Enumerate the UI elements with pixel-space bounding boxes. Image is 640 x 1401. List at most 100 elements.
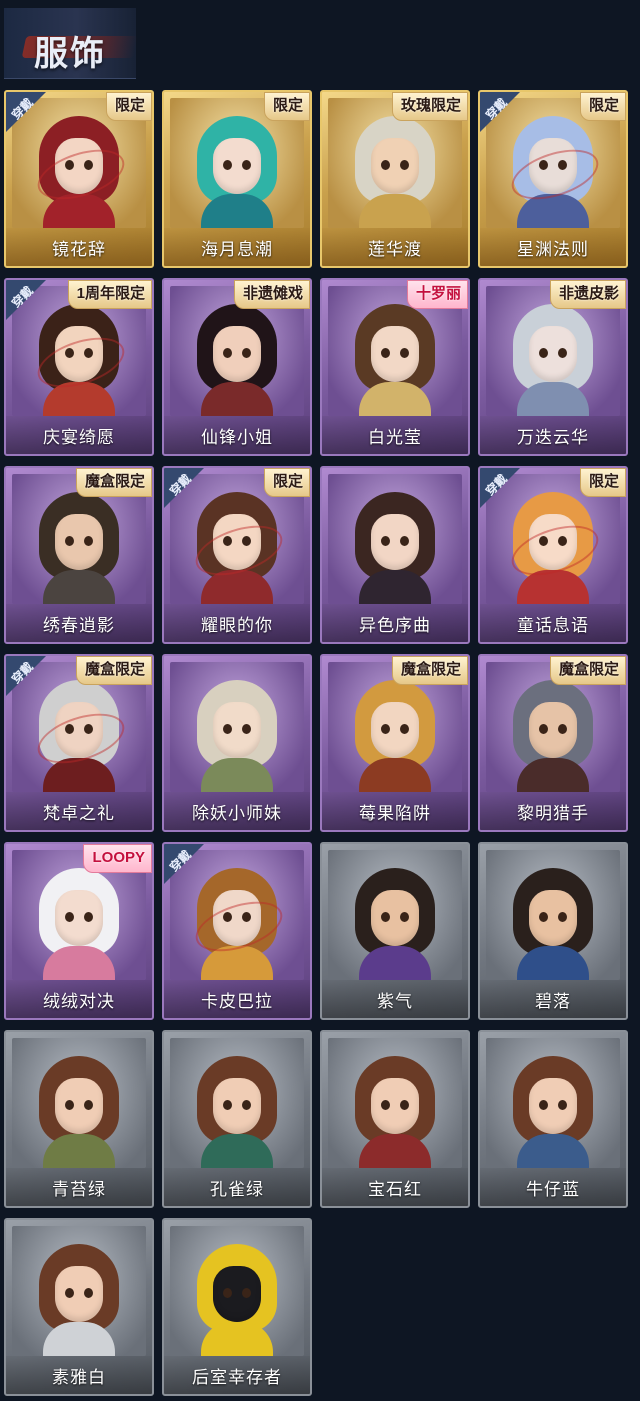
costume-name: 紫气 xyxy=(322,980,468,1018)
portrait-eye xyxy=(242,1288,251,1298)
portrait-face xyxy=(213,1266,261,1322)
costume-card[interactable]: 穿戴 限定 星渊法则 xyxy=(478,90,628,268)
portrait-eye xyxy=(84,1288,93,1298)
costume-card[interactable]: 穿戴 1周年限定 庆宴绮愿 xyxy=(4,278,154,456)
costume-portrait-area xyxy=(170,662,304,792)
costume-name: 莓果陷阱 xyxy=(322,792,468,830)
costume-name: 白光莹 xyxy=(322,416,468,454)
costume-portrait-area xyxy=(170,1226,304,1356)
portrait-eye xyxy=(400,348,409,358)
costume-card[interactable]: 孔雀绿 xyxy=(162,1030,312,1208)
costume-card[interactable]: 魔盒限定莓果陷阱 xyxy=(320,654,470,832)
costume-portrait-area xyxy=(328,1038,462,1168)
portrait-eye xyxy=(223,1288,232,1298)
portrait-face xyxy=(213,138,261,194)
costume-portrait-area xyxy=(486,1038,620,1168)
limited-badge: 非遗傩戏 xyxy=(233,280,310,309)
costume-name: 碧落 xyxy=(480,980,626,1018)
costume-card[interactable]: 玫瑰限定莲华渡 xyxy=(320,90,470,268)
costume-card[interactable]: 紫气 xyxy=(320,842,470,1020)
portrait-eye xyxy=(539,724,548,734)
portrait-face xyxy=(55,1266,103,1322)
portrait-eye xyxy=(381,724,390,734)
costume-card[interactable]: 非遗傩戏仙锋小姐 xyxy=(162,278,312,456)
costume-card[interactable]: 魔盒限定 黎明猎手 xyxy=(478,654,628,832)
limited-badge: 1周年限定 xyxy=(67,280,152,309)
costume-portrait-area xyxy=(328,850,462,980)
portrait-eye xyxy=(381,536,390,546)
portrait-eye xyxy=(84,1100,93,1110)
limited-badge: 魔盒限定 xyxy=(75,468,152,497)
costume-card[interactable]: 穿戴 魔盒限定 梵卓之礼 xyxy=(4,654,154,832)
limited-badge: 十罗丽 xyxy=(406,280,468,309)
character-portrait xyxy=(31,1244,127,1356)
costume-portrait-area xyxy=(12,1038,146,1168)
portrait-eye xyxy=(539,1100,548,1110)
character-portrait xyxy=(347,304,443,416)
portrait-eye xyxy=(558,912,567,922)
limited-badge: 限定 xyxy=(263,92,310,121)
character-portrait xyxy=(505,680,601,792)
portrait-eye xyxy=(65,912,74,922)
portrait-face xyxy=(529,326,577,382)
portrait-eye xyxy=(400,160,409,170)
costume-card[interactable]: 十罗丽白光莹 xyxy=(320,278,470,456)
costume-card[interactable]: 后室幸存者 xyxy=(162,1218,312,1396)
portrait-eye xyxy=(400,536,409,546)
costume-card[interactable]: 异色序曲 xyxy=(320,466,470,644)
costume-name: 素雅白 xyxy=(6,1356,152,1394)
costume-card[interactable]: 穿戴 限定 童话息语 xyxy=(478,466,628,644)
costume-name: 绒绒对决 xyxy=(6,980,152,1018)
costume-name: 镜花辞 xyxy=(6,228,152,266)
costume-card[interactable]: 素雅白 xyxy=(4,1218,154,1396)
costume-name: 梵卓之礼 xyxy=(6,792,152,830)
costume-name: 童话息语 xyxy=(480,604,626,642)
costume-card[interactable]: 碧落 xyxy=(478,842,628,1020)
costume-name: 后室幸存者 xyxy=(164,1356,310,1394)
character-portrait xyxy=(505,868,601,980)
character-portrait xyxy=(347,868,443,980)
portrait-eye xyxy=(65,536,74,546)
portrait-eye xyxy=(558,1100,567,1110)
portrait-eye xyxy=(381,1100,390,1110)
character-portrait xyxy=(31,868,127,980)
costume-card[interactable]: 魔盒限定 绣春逍影 xyxy=(4,466,154,644)
limited-badge: 玫瑰限定 xyxy=(391,92,468,121)
portrait-face xyxy=(371,138,419,194)
character-portrait xyxy=(505,1056,601,1168)
portrait-face xyxy=(213,702,261,758)
portrait-eye xyxy=(539,912,548,922)
costume-card[interactable]: 限定 海月息潮 xyxy=(162,90,312,268)
costume-name: 牛仔蓝 xyxy=(480,1168,626,1206)
costume-card[interactable]: 穿戴 限定 耀眼的你 xyxy=(162,466,312,644)
costume-name: 莲华渡 xyxy=(322,228,468,266)
costume-name: 异色序曲 xyxy=(322,604,468,642)
costume-card[interactable]: 穿戴 卡皮巴拉 xyxy=(162,842,312,1020)
portrait-face xyxy=(55,1078,103,1134)
character-portrait xyxy=(347,116,443,228)
portrait-face xyxy=(371,890,419,946)
character-portrait xyxy=(189,304,285,416)
character-portrait xyxy=(505,304,601,416)
portrait-eye xyxy=(400,912,409,922)
costume-card[interactable]: LOOPY 绒绒对决 xyxy=(4,842,154,1020)
costume-card[interactable]: 宝石红 xyxy=(320,1030,470,1208)
portrait-face xyxy=(213,1078,261,1134)
limited-badge: 魔盒限定 xyxy=(391,656,468,685)
costume-card[interactable]: 除妖小师妹 xyxy=(162,654,312,832)
character-portrait xyxy=(347,1056,443,1168)
limited-badge: 限定 xyxy=(105,92,152,121)
portrait-face xyxy=(55,514,103,570)
portrait-eye xyxy=(381,912,390,922)
costume-name: 万迭云华 xyxy=(480,416,626,454)
costume-name: 仙锋小姐 xyxy=(164,416,310,454)
costume-card[interactable]: 青苔绿 xyxy=(4,1030,154,1208)
costume-card[interactable]: 牛仔蓝 xyxy=(478,1030,628,1208)
costume-card[interactable]: 穿戴 限定 镜花辞 xyxy=(4,90,154,268)
costume-name: 卡皮巴拉 xyxy=(164,980,310,1018)
costume-name: 黎明猎手 xyxy=(480,792,626,830)
portrait-face xyxy=(529,890,577,946)
portrait-eye xyxy=(242,724,251,734)
portrait-eye xyxy=(558,348,567,358)
costume-card[interactable]: 非遗皮影 万迭云华 xyxy=(478,278,628,456)
